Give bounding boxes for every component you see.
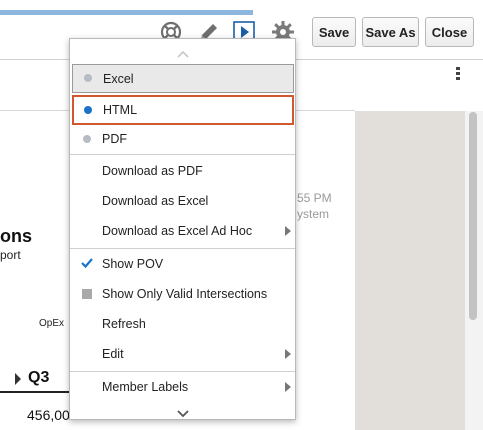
menu-item-label: Show POV bbox=[102, 257, 164, 271]
menu-item-label: HTML bbox=[103, 103, 138, 117]
menu-item-label: Show Only Valid Intersections bbox=[102, 287, 268, 301]
menu-item-refresh[interactable]: Refresh bbox=[70, 310, 295, 338]
radio-selected-icon bbox=[84, 106, 92, 114]
table-cell: 456,00 bbox=[27, 407, 70, 423]
menu-item-label: PDF bbox=[102, 132, 127, 146]
scrollbar-thumb[interactable] bbox=[469, 112, 477, 320]
close-button[interactable]: Close bbox=[425, 17, 474, 47]
scroll-down-icon[interactable] bbox=[177, 405, 189, 423]
menu-separator bbox=[70, 248, 295, 249]
report-timestamp: 55 PM bbox=[297, 191, 332, 205]
unchecked-box-icon bbox=[82, 289, 92, 299]
report-system: ystem bbox=[297, 207, 330, 221]
menu-item-label: Download as Excel bbox=[102, 194, 209, 208]
menu-item-show-pov[interactable]: Show POV bbox=[70, 250, 295, 278]
expand-caret-icon[interactable] bbox=[14, 372, 22, 390]
submenu-arrow-icon bbox=[285, 382, 291, 392]
scroll-up-icon[interactable] bbox=[177, 45, 189, 63]
report-side-panel bbox=[355, 111, 465, 430]
run-options-menu: Excel HTML PDF Download as PDF Download … bbox=[69, 38, 296, 420]
menu-item-edit[interactable]: Edit bbox=[70, 340, 295, 368]
menu-separator bbox=[70, 154, 295, 155]
menu-item-excel[interactable]: Excel bbox=[72, 64, 294, 93]
menu-item-label: Edit bbox=[102, 347, 124, 361]
menu-item-label: Member Labels bbox=[102, 380, 189, 394]
menu-item-label: Download as PDF bbox=[102, 164, 203, 178]
opex-label: OpEx bbox=[39, 318, 65, 329]
menu-item-download-excel[interactable]: Download as Excel bbox=[70, 187, 295, 215]
menu-item-html[interactable]: HTML bbox=[72, 95, 294, 125]
save-button[interactable]: Save bbox=[312, 17, 356, 47]
save-as-button[interactable]: Save As bbox=[362, 17, 419, 47]
menu-item-show-valid-intersections[interactable]: Show Only Valid Intersections bbox=[70, 280, 295, 308]
menu-item-label: Refresh bbox=[102, 317, 146, 331]
checkmark-icon bbox=[81, 257, 93, 272]
column-header-underline bbox=[0, 391, 72, 393]
menu-item-label: Excel bbox=[103, 71, 134, 86]
kebab-menu-icon[interactable] bbox=[455, 67, 461, 81]
report-title: ons bbox=[0, 226, 33, 246]
submenu-arrow-icon bbox=[285, 226, 291, 236]
radio-dot-icon bbox=[84, 74, 92, 82]
menu-item-member-labels[interactable]: Member Labels bbox=[70, 373, 295, 401]
menu-item-label: Download as Excel Ad Hoc bbox=[102, 224, 253, 238]
submenu-arrow-icon bbox=[285, 349, 291, 359]
menu-item-download-excel-ad-hoc[interactable]: Download as Excel Ad Hoc bbox=[70, 217, 295, 245]
menu-separator bbox=[70, 371, 295, 372]
column-header-q3: Q3 bbox=[28, 369, 50, 386]
menu-item-download-pdf[interactable]: Download as PDF bbox=[70, 157, 295, 185]
radio-dot-icon bbox=[83, 135, 91, 143]
menu-item-pdf[interactable]: PDF bbox=[70, 125, 295, 153]
report-subtitle: port bbox=[0, 248, 21, 262]
